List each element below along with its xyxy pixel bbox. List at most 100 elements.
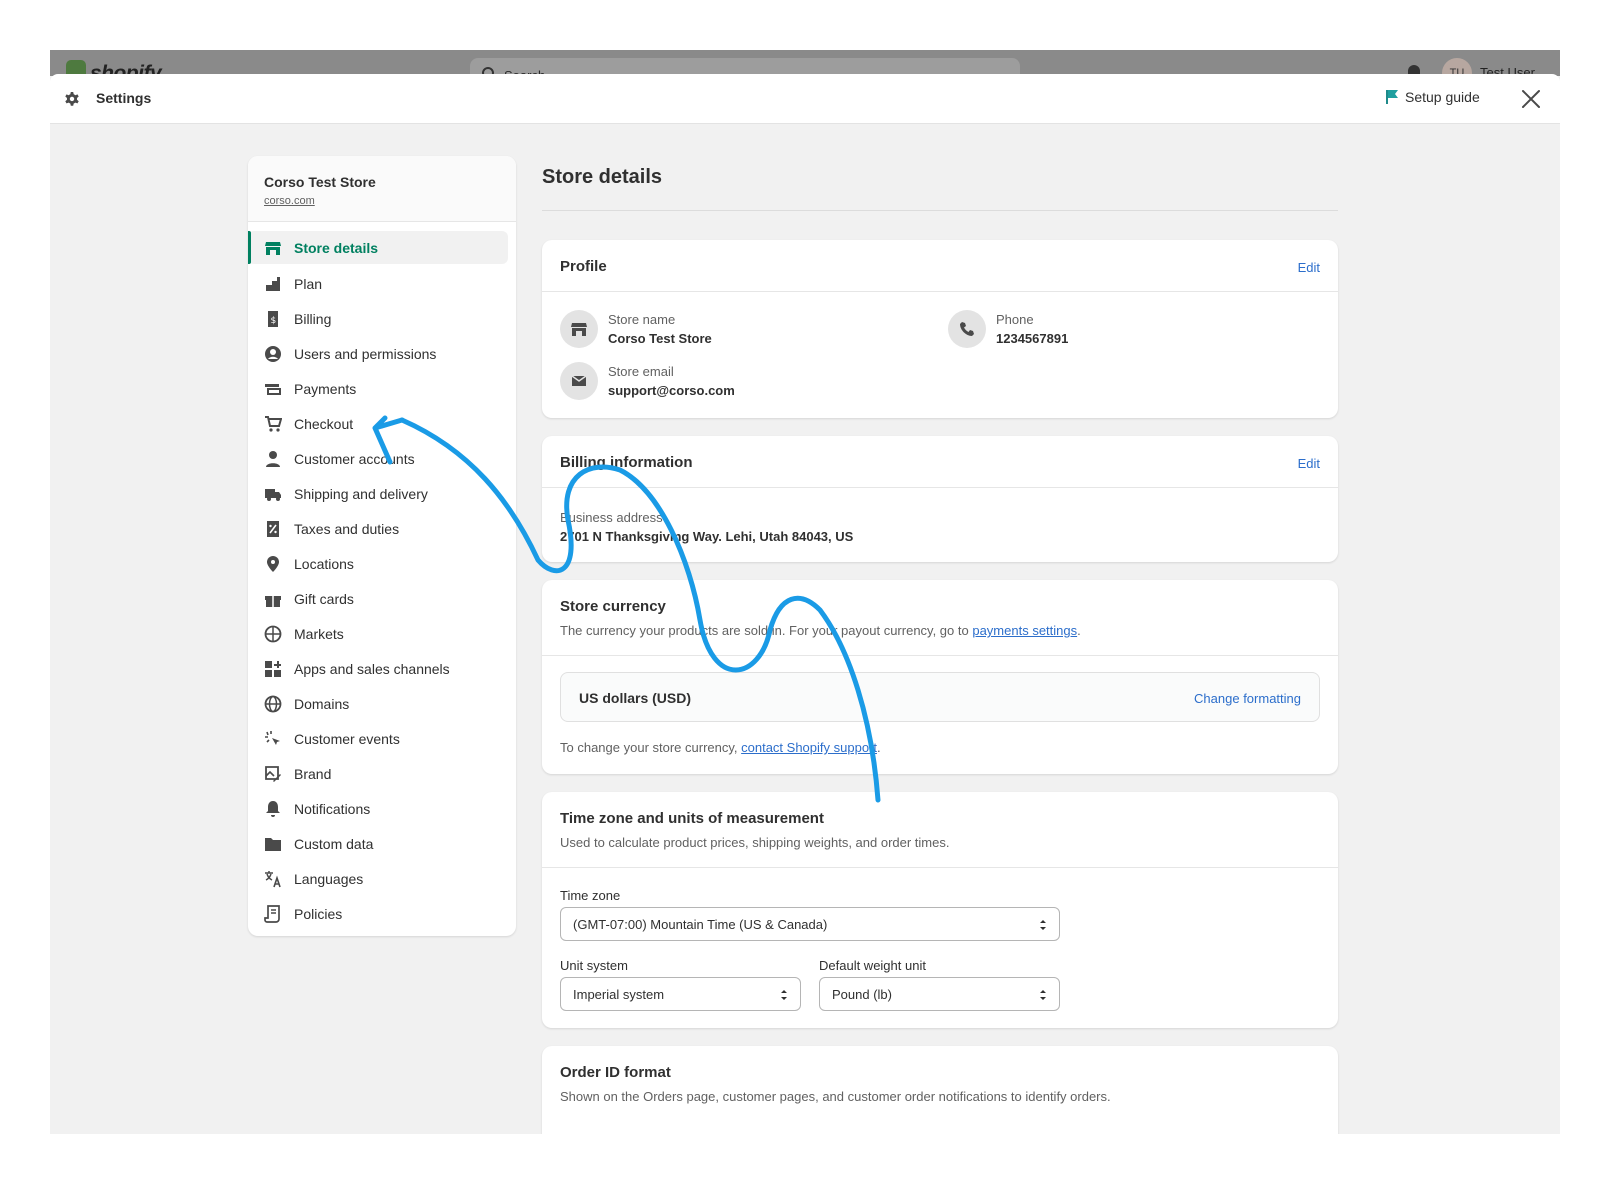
sidebar-item-custom-data[interactable]: Custom data <box>248 826 516 861</box>
profile-title: Profile <box>560 258 607 275</box>
sidebar-item-checkout[interactable]: Checkout <box>248 406 516 441</box>
store-name-label: Store name <box>608 312 676 327</box>
settings-nav: Store details Plan $ Billing Users and permi… <box>248 222 516 931</box>
sidebar-item-shipping-and-delivery[interactable]: Shipping and delivery <box>248 476 516 511</box>
store-email-field: Store email support@corso.com <box>560 362 735 400</box>
payments-settings-link[interactable]: payments settings <box>972 623 1077 638</box>
store-currency-card: Store currency The currency your product… <box>542 580 1338 774</box>
sidebar-item-languages[interactable]: Languages <box>248 861 516 896</box>
sidebar-item-label: Markets <box>294 625 344 642</box>
sidebar-item-label: Brand <box>294 765 332 782</box>
timezone-label: Time zone <box>560 888 621 903</box>
sidebar-item-plan[interactable]: Plan <box>248 266 516 301</box>
unit-system-value: Imperial system <box>573 987 665 1002</box>
close-icon[interactable] <box>1520 88 1542 110</box>
flag-icon <box>1386 90 1398 104</box>
sidebar-item-billing[interactable]: $ Billing <box>248 301 516 336</box>
divider <box>542 210 1338 211</box>
weight-unit-select[interactable]: Pound (lb) <box>819 977 1060 1011</box>
setup-guide-label: Setup guide <box>1405 89 1480 105</box>
sidebar-item-payments[interactable]: Payments <box>248 371 516 406</box>
profile-card-header: Profile Edit <box>542 240 1338 292</box>
sidebar-item-policies[interactable]: Policies <box>248 896 516 931</box>
cart-icon <box>265 415 282 432</box>
folder-icon <box>265 837 281 851</box>
sidebar-item-store-details[interactable]: Store details <box>248 231 508 264</box>
setup-guide-button[interactable]: Setup guide <box>1385 89 1480 105</box>
currency-box: US dollars (USD) Change formatting <box>560 672 1320 722</box>
timezone-value: (GMT-07:00) Mountain Time (US & Canada) <box>573 917 828 932</box>
sidebar-item-notifications[interactable]: Notifications <box>248 791 516 826</box>
currency-card-header: Store currency The currency your product… <box>542 580 1338 656</box>
cursor-sparkle-icon <box>265 730 280 745</box>
sidebar-item-label: Checkout <box>294 415 354 432</box>
sidebar-item-label: Taxes and duties <box>294 520 400 537</box>
apps-icon <box>265 660 281 677</box>
policies-icon <box>264 904 280 923</box>
sidebar-item-domains[interactable]: Domains <box>248 686 516 721</box>
order-id-card: Order ID format Shown on the Orders page… <box>542 1046 1338 1134</box>
sidebar-item-label: Notifications <box>294 800 371 817</box>
sidebar-item-label: Payments <box>294 380 357 397</box>
change-formatting-link[interactable]: Change formatting <box>1194 691 1301 706</box>
select-arrows-icon <box>1040 920 1046 930</box>
store-name: Corso Test Store <box>264 174 376 190</box>
settings-sidebar: Corso Test Store corso.com Store details… <box>248 156 516 936</box>
plan-icon <box>266 276 280 291</box>
globe-grid-icon <box>264 625 282 642</box>
timezone-select[interactable]: (GMT-07:00) Mountain Time (US & Canada) <box>560 907 1060 941</box>
payments-icon <box>265 383 281 395</box>
select-arrows-icon <box>1040 990 1046 1000</box>
currency-footer-suffix: . <box>876 740 881 755</box>
sidebar-item-label: Billing <box>294 310 332 327</box>
sidebar-item-label: Policies <box>294 905 343 922</box>
store-name-field: Store name Corso Test Store <box>560 310 712 348</box>
phone-value: 1234567891 <box>996 331 1069 346</box>
app-window: shopify Search TU Test User Settings Set… <box>50 50 1560 1134</box>
select-arrows-icon <box>781 990 787 1000</box>
sidebar-item-label: Customer accounts <box>294 450 415 467</box>
sidebar-item-users-and-permissions[interactable]: Users and permissions <box>248 336 516 371</box>
tax-icon <box>267 520 279 537</box>
sidebar-item-apps-and-sales-channels[interactable]: Apps and sales channels <box>248 651 516 686</box>
sidebar-item-label: Users and permissions <box>294 345 437 362</box>
unit-system-label: Unit system <box>560 958 628 973</box>
settings-header: Settings Setup guide <box>50 74 1560 124</box>
sidebar-item-markets[interactable]: Markets <box>248 616 516 651</box>
billing-card-header: Billing information Edit <box>542 436 1338 488</box>
phone-field: Phone 1234567891 <box>948 310 1068 348</box>
billing-card: Billing information Edit Business addres… <box>542 436 1338 562</box>
sidebar-item-label: Gift cards <box>294 590 354 607</box>
billing-title: Billing information <box>560 454 693 471</box>
page-title: Store details <box>542 166 663 188</box>
business-address-label: Business address <box>560 510 663 525</box>
translate-icon <box>265 870 281 887</box>
store-email-label: Store email <box>608 364 674 379</box>
currency-description: The currency your products are sold in. … <box>560 623 1081 638</box>
timezone-card-header: Time zone and units of measurement Used … <box>542 792 1338 868</box>
sidebar-item-label: Store details <box>294 239 379 256</box>
contact-support-link[interactable]: contact Shopify support <box>741 740 877 755</box>
currency-footer: To change your store currency, contact S… <box>560 740 881 755</box>
settings-title: Settings <box>96 90 152 106</box>
svg-text:$: $ <box>271 316 277 326</box>
sidebar-item-locations[interactable]: Locations <box>248 546 516 581</box>
store-email-value: support@corso.com <box>608 383 735 398</box>
sidebar-item-taxes-and-duties[interactable]: Taxes and duties <box>248 511 516 546</box>
unit-system-select[interactable]: Imperial system <box>560 977 801 1011</box>
sidebar-item-brand[interactable]: Brand <box>248 756 516 791</box>
currency-title: Store currency <box>560 598 666 615</box>
user-circle-icon <box>265 345 281 362</box>
business-address-value: 2701 N Thanksgiving Way. Lehi, Utah 8404… <box>560 529 854 544</box>
store-url-link[interactable]: corso.com <box>264 195 500 207</box>
sidebar-item-customer-events[interactable]: Customer events <box>248 721 516 756</box>
currency-footer-text: To change your store currency, <box>560 740 742 755</box>
sidebar-item-customer-accounts[interactable]: Customer accounts <box>248 441 516 476</box>
profile-edit-link[interactable]: Edit <box>1298 260 1320 275</box>
billing-edit-link[interactable]: Edit <box>1298 456 1320 471</box>
sidebar-item-label: Locations <box>294 555 354 572</box>
store-icon <box>265 241 281 255</box>
sidebar-item-gift-cards[interactable]: Gift cards <box>248 581 516 616</box>
sidebar-item-label: Apps and sales channels <box>294 660 450 677</box>
store-icon <box>560 310 598 348</box>
